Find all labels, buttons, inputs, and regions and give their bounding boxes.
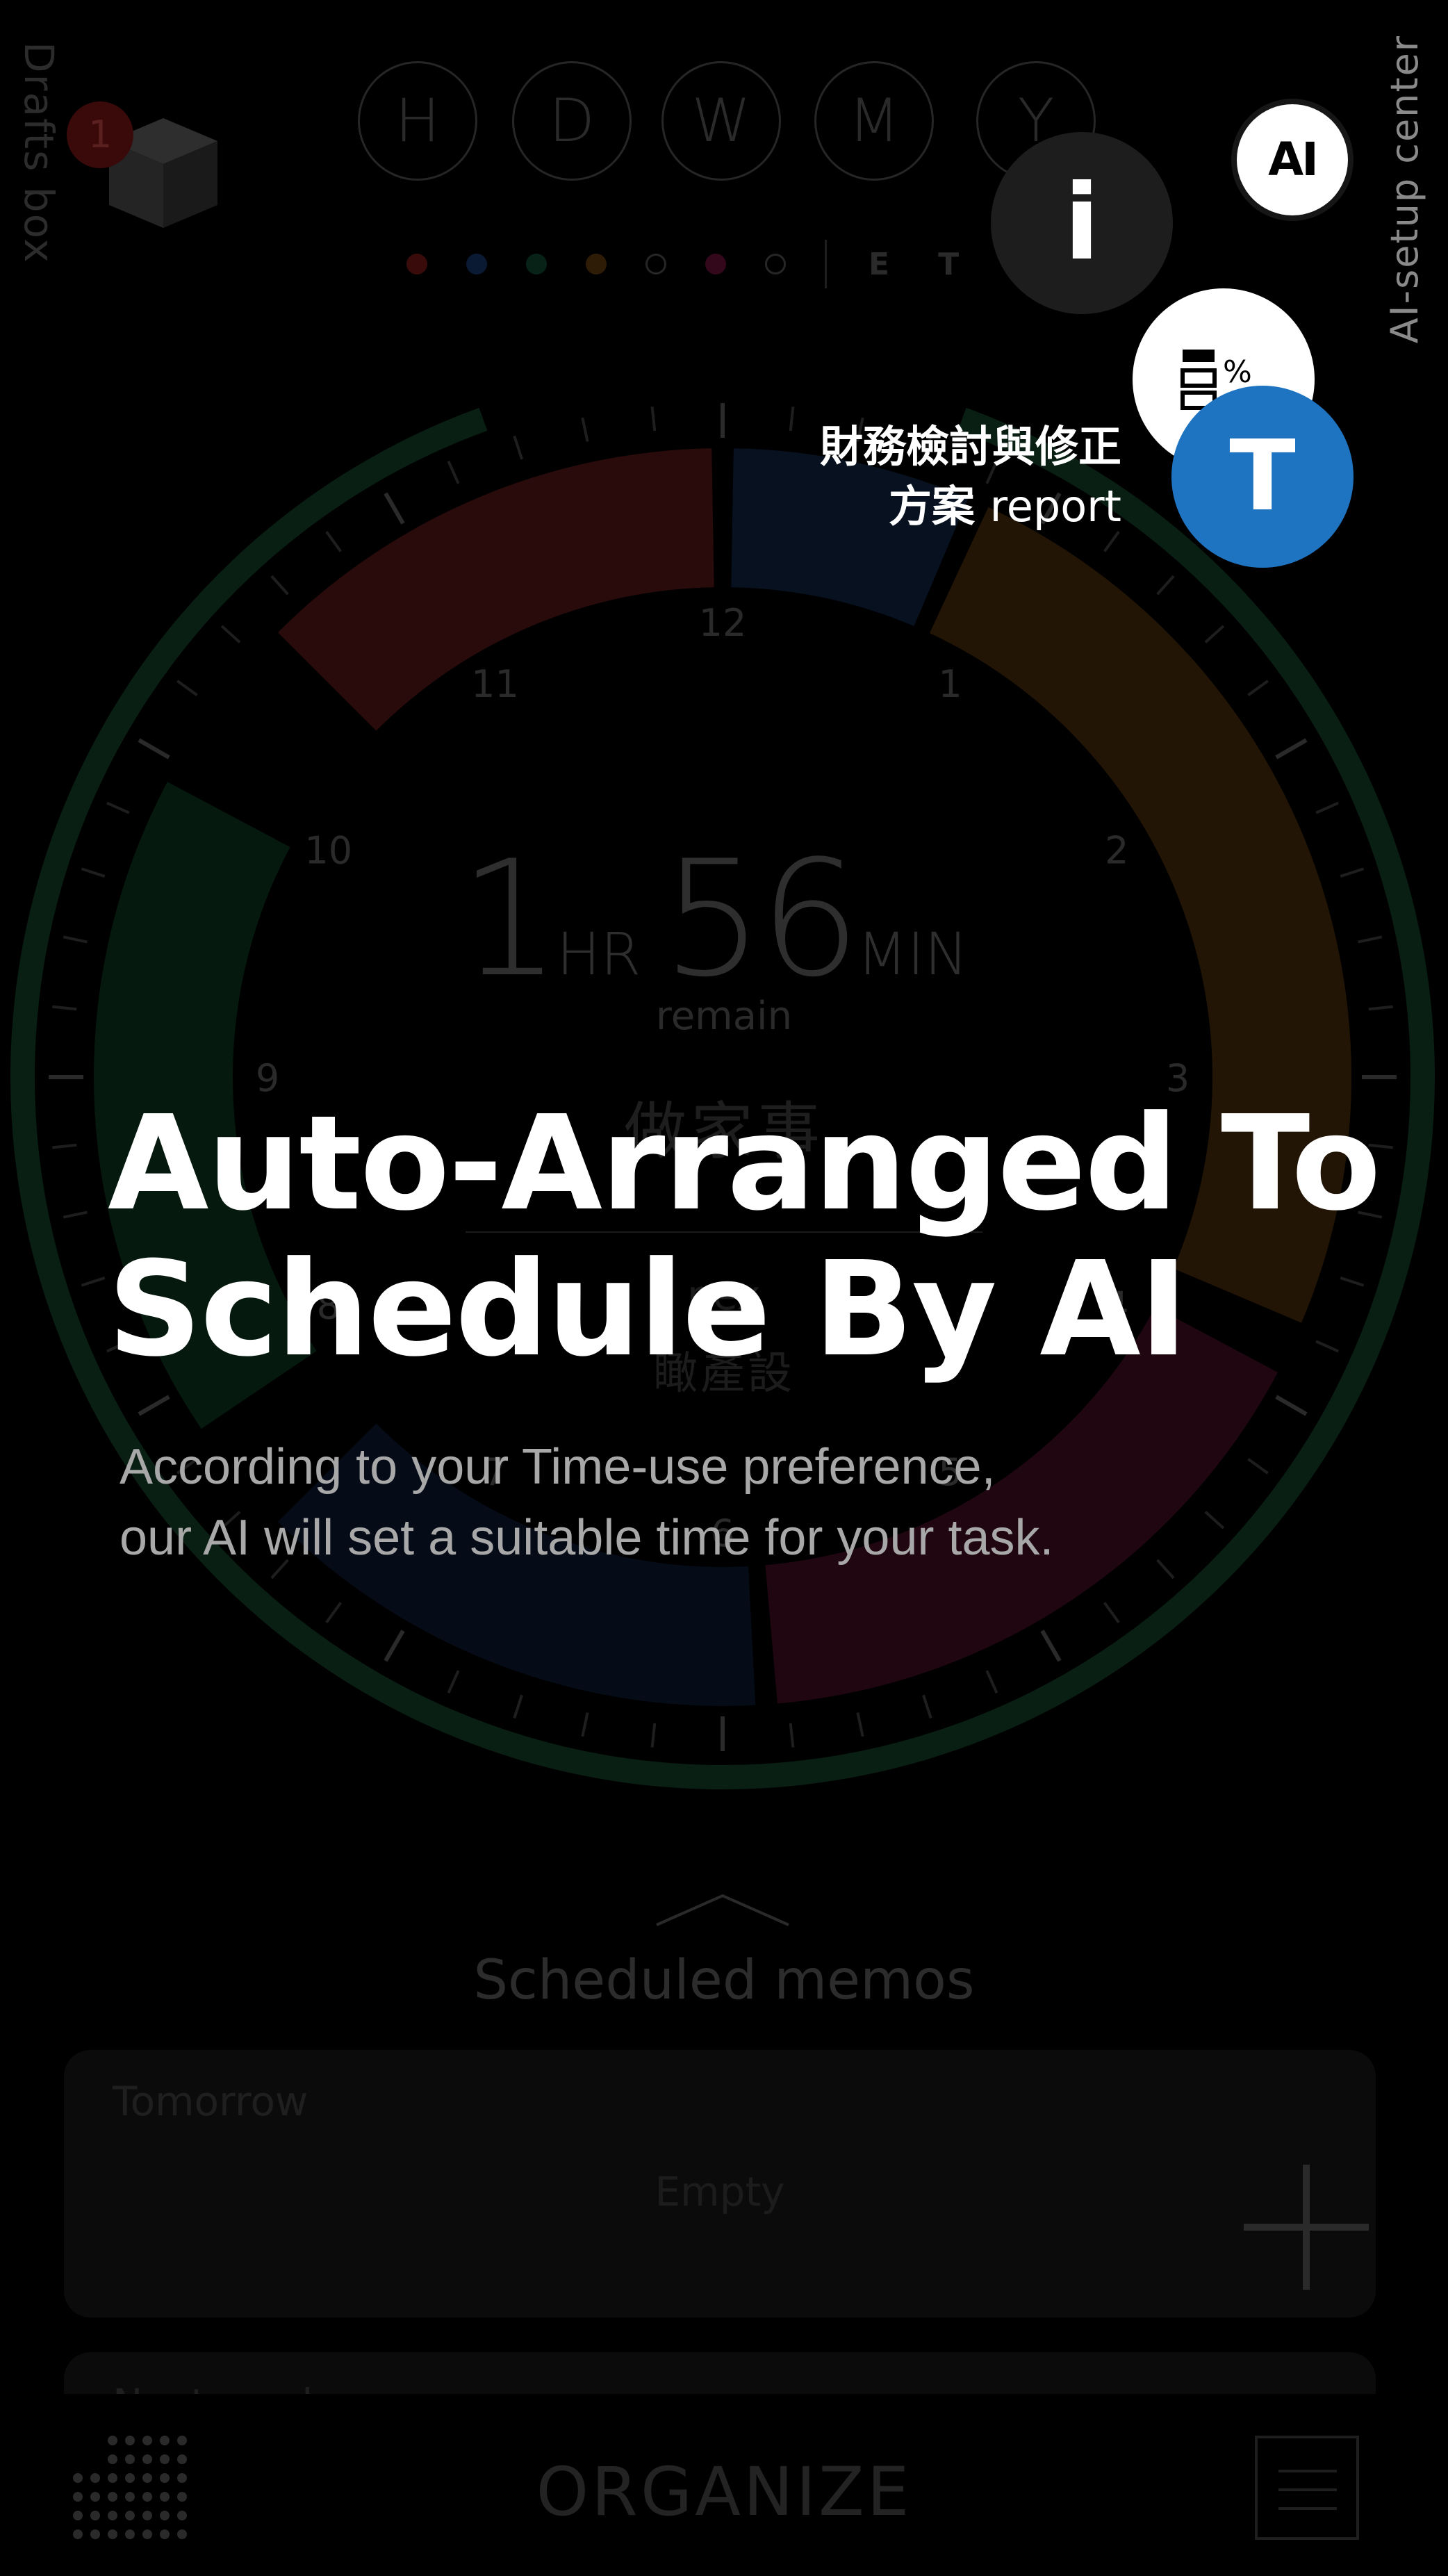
clock-tick [1204,625,1225,643]
period-hour-button[interactable]: H [358,61,477,181]
report-task-label: 財務檢討與修正 方案 report [820,417,1121,536]
clock-number: 1 [938,662,962,706]
filter-letter-e[interactable]: E [869,247,889,282]
clock-tick [384,1630,405,1662]
grid-dot [125,2529,135,2539]
grid-dot [177,2529,187,2539]
clock-tick [1247,680,1269,697]
chevron-up-icon[interactable] [653,1890,792,1932]
period-day-button[interactable]: D [512,61,632,181]
clock-tick [789,407,795,432]
color-filter-row: E T [406,240,1007,288]
clock-tick [1156,575,1175,596]
headline-line-1: Auto-Arranged To [108,1088,1381,1240]
menu-icon[interactable] [1255,2436,1359,2540]
color-filter-dot[interactable] [526,254,547,274]
add-memo-plus-icon[interactable] [1240,2161,1372,2293]
description-line-1: According to your Time-use preference, [120,1439,996,1495]
minutes-unit: MIN [857,920,969,988]
clock-tick [856,1712,864,1737]
clock-tick [325,531,343,552]
clock-tick [138,738,170,760]
scheduled-memos-title: Scheduled memos [473,1949,975,2012]
clock-tick [922,1694,932,1719]
clock-tick [581,1712,589,1737]
clock-tick [220,625,241,643]
filter-separator [825,240,827,288]
ai-setup-center-label[interactable]: AI-setup center [1383,35,1426,343]
memo-day-label: Tomorrow [113,2078,308,2125]
clock-tick [447,461,460,484]
grid-dot [108,2436,117,2445]
clock-tick [1275,738,1308,760]
grid-dot [160,2436,170,2445]
clock-tick [270,575,289,596]
color-filter-dot[interactable] [765,254,786,274]
memo-empty-label: Empty [655,2168,785,2215]
clock-tick [650,407,657,432]
tutorial-headline: Auto-Arranged To Schedule By AI [108,1091,1393,1383]
color-filter-dot[interactable] [466,254,487,274]
clock-number: 12 [699,601,747,645]
grid-dot [160,2529,170,2539]
clock-tick [325,1602,343,1623]
color-filter-dot[interactable] [406,254,427,274]
clock-tick [789,1723,795,1748]
clock-tick [1315,801,1339,814]
period-week-button[interactable]: W [661,61,781,181]
task-t-button[interactable]: T [1171,386,1354,568]
clock-numbers: 121234567891011 [256,601,1190,1555]
clock-number: 11 [471,662,519,706]
grid-dot [142,2529,152,2539]
drafts-count-badge: 1 [67,101,133,168]
clock-tick [63,1211,88,1219]
clock-tick [106,801,130,814]
clock-tick [513,435,523,460]
grid-dot [142,2436,152,2445]
minutes-value: 56 [661,827,862,1012]
clock-tick [985,1670,998,1693]
drafts-box-label[interactable]: Drafts box [15,42,63,264]
color-filter-dot[interactable] [586,254,607,274]
clock-tick [384,492,405,525]
organize-title: ORGANIZE [536,2453,912,2531]
grid-dot [108,2529,117,2539]
color-filter-dot[interactable] [645,254,666,274]
clock-tick [176,680,198,697]
clock-tick [447,1670,460,1693]
period-month-button[interactable]: M [814,61,934,181]
report-label-line2: 方案 report [889,481,1121,532]
tutorial-screen: Drafts box 1 H D W M Y E T AI-setup cent… [0,0,1448,2576]
headline-line-2: Schedule By AI [108,1233,1188,1386]
clock-tick [1040,1630,1062,1662]
svg-text:%: % [1223,354,1252,390]
time-remaining-display: 1HR 56MIN [0,827,1448,1012]
clock-tick [581,417,589,442]
memo-card-tomorrow[interactable]: Tomorrow Empty [64,2050,1376,2317]
description-line-2: our AI will set a suitable time for your… [120,1510,1054,1566]
remain-label: remain [655,994,793,1039]
filter-letter-t[interactable]: T [938,247,959,282]
hours-value: 1 [459,827,561,1012]
grid-dot [90,2529,100,2539]
grid-dot [125,2436,135,2445]
clock-tick [513,1694,523,1719]
grid-dot [73,2529,83,2539]
grid-dot [177,2436,187,2445]
clock-tick [650,1723,657,1748]
info-button[interactable]: i [991,132,1173,314]
tutorial-description: According to your Time-use preference, o… [120,1431,1370,1573]
report-label-line1: 財務檢討與修正 [819,421,1121,472]
ai-button[interactable]: AI [1237,104,1348,215]
clock-tick [1103,1602,1120,1623]
color-filter-dot[interactable] [705,254,726,274]
hours-unit: HR [557,920,641,988]
